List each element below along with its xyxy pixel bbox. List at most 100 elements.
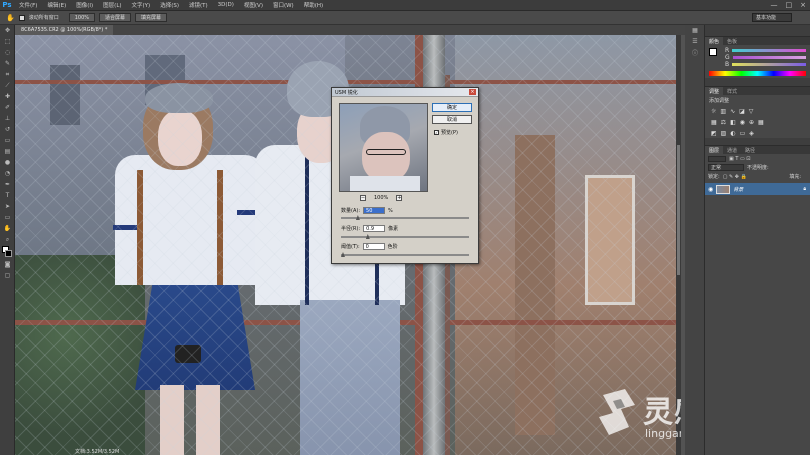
hue-icon[interactable]: ▦ — [711, 119, 717, 126]
menu-image[interactable]: 图像(I) — [71, 1, 98, 9]
menu-3d[interactable]: 3D(D) — [213, 2, 239, 8]
curves-icon[interactable]: ∿ — [730, 108, 735, 115]
quick-mask-icon[interactable]: ◙ — [0, 259, 15, 270]
color-spectrum[interactable] — [709, 71, 806, 76]
fg-color-chip[interactable] — [709, 48, 717, 56]
dialog-close-icon[interactable]: × — [469, 89, 476, 95]
shape-tool-icon[interactable]: ▭ — [0, 212, 15, 223]
dialog-preview[interactable] — [339, 103, 428, 192]
radius-slider[interactable] — [341, 234, 469, 239]
selective-color-icon[interactable]: ◈ — [749, 130, 754, 137]
threshold-slider[interactable] — [341, 252, 469, 257]
exposure-icon[interactable]: ◪ — [739, 108, 745, 115]
invert-icon[interactable]: ◩ — [711, 130, 717, 137]
menu-view[interactable]: 视图(V) — [239, 1, 268, 9]
tab-layers[interactable]: 图层 — [705, 146, 724, 154]
close-button[interactable]: × — [800, 1, 806, 9]
scroll-all-checkbox[interactable] — [18, 14, 25, 21]
crop-tool-icon[interactable]: ⌗ — [0, 69, 15, 80]
menu-filter[interactable]: 滤镜(T) — [184, 1, 213, 9]
menu-file[interactable]: 文件(F) — [14, 1, 42, 9]
color-swatches[interactable] — [0, 245, 14, 259]
pen-tool-icon[interactable]: ✒ — [0, 179, 15, 190]
menu-type[interactable]: 文字(Y) — [127, 1, 156, 9]
type-tool-icon[interactable]: T — [0, 190, 15, 201]
maximize-button[interactable]: □ — [786, 1, 793, 9]
history-panel-icon[interactable]: ▦ — [685, 25, 705, 36]
history-brush-tool-icon[interactable]: ↺ — [0, 124, 15, 135]
radius-slider-thumb[interactable] — [365, 234, 370, 239]
radius-input[interactable]: 0.9 — [363, 225, 386, 232]
menu-select[interactable]: 选择(S) — [155, 1, 184, 9]
fit-screen-button[interactable]: 适合屏幕 — [99, 13, 132, 22]
screen-mode-icon[interactable]: ▢ — [0, 270, 15, 281]
threshold-slider-thumb[interactable] — [341, 252, 345, 257]
properties-panel-icon[interactable]: ☰ — [685, 36, 705, 47]
cancel-button[interactable]: 取消 — [432, 115, 472, 124]
slider-track-g[interactable] — [732, 56, 806, 59]
menu-window[interactable]: 窗口(W) — [268, 1, 299, 9]
slider-r[interactable]: R — [721, 47, 810, 54]
blend-mode-select[interactable]: 正常 — [708, 164, 744, 171]
slider-track-b[interactable] — [732, 63, 806, 66]
amount-slider[interactable] — [341, 215, 469, 220]
gradient-map-icon[interactable]: ▭ — [740, 130, 746, 137]
lock-icons[interactable]: ▢ ✎ ✥ 🔒 — [723, 174, 747, 180]
workspace-select[interactable]: 基本功能 — [752, 13, 792, 22]
blur-tool-icon[interactable]: ● — [0, 157, 15, 168]
tab-swatches[interactable]: 色板 — [723, 38, 741, 45]
vibrance-icon[interactable]: ▽ — [749, 108, 754, 115]
gradient-tool-icon[interactable]: ▤ — [0, 146, 15, 157]
lasso-tool-icon[interactable]: ◌ — [0, 47, 15, 58]
preview-checkbox-row[interactable]: ✓ 预览(P) — [434, 129, 458, 136]
dodge-tool-icon[interactable]: ◔ — [0, 168, 15, 179]
balance-icon[interactable]: ⚖ — [721, 119, 726, 126]
slider-g[interactable]: G — [721, 54, 810, 61]
tab-styles[interactable]: 样式 — [723, 88, 741, 95]
preview-checkbox[interactable]: ✓ — [434, 130, 439, 135]
threshold-icon[interactable]: ◐ — [730, 130, 735, 137]
lookup-icon[interactable]: ▦ — [758, 119, 764, 126]
marquee-tool-icon[interactable]: ⬚ — [0, 36, 15, 47]
tab-color[interactable]: 颜色 — [705, 37, 724, 45]
menu-layer[interactable]: 图层(L) — [98, 1, 126, 9]
photo-filter-icon[interactable]: ◉ — [740, 119, 745, 126]
brightness-icon[interactable]: ☼ — [711, 108, 716, 115]
layer-name[interactable]: 背景 — [733, 186, 743, 193]
ok-button[interactable]: 确定 — [432, 103, 472, 112]
slider-track-r[interactable] — [732, 49, 806, 52]
document-tab[interactable]: 8C6A7535.CR2 @ 100%(RGB/8*) * — [15, 25, 114, 35]
dialog-titlebar[interactable]: USM 锐化 × — [332, 88, 478, 97]
threshold-input[interactable]: 0 — [362, 243, 385, 250]
menu-help[interactable]: 帮助(H) — [299, 1, 328, 9]
background-swatch[interactable] — [5, 250, 12, 257]
amount-slider-thumb[interactable] — [355, 215, 360, 220]
move-tool-icon[interactable]: ✥ — [0, 25, 15, 36]
filter-icons[interactable]: ▣ T ▭ ⊡ — [729, 156, 750, 162]
brush-tool-icon[interactable]: ✐ — [0, 102, 15, 113]
tab-paths[interactable]: 路径 — [741, 147, 759, 154]
amount-input[interactable]: 50 — [363, 207, 386, 214]
healing-tool-icon[interactable]: ✚ — [0, 91, 15, 102]
levels-icon[interactable]: ▥ — [720, 108, 726, 115]
visibility-eye-icon[interactable]: ◉ — [708, 186, 713, 193]
stamp-tool-icon[interactable]: ⊥ — [0, 113, 15, 124]
slider-b[interactable]: B — [721, 61, 810, 68]
scrollbar-thumb[interactable] — [677, 145, 680, 275]
info-panel-icon[interactable]: ⓘ — [685, 47, 705, 58]
menu-edit[interactable]: 编辑(E) — [42, 1, 71, 9]
zoom-out-button[interactable]: − — [360, 195, 366, 201]
zoom-in-button[interactable]: + — [396, 195, 403, 201]
zoom-100-button[interactable]: 100% — [68, 13, 96, 22]
hand-tool-icon[interactable]: ✋ — [0, 223, 15, 234]
eraser-tool-icon[interactable]: ▭ — [0, 135, 15, 146]
quick-select-tool-icon[interactable]: ✎ — [0, 58, 15, 69]
posterize-icon[interactable]: ▨ — [721, 130, 727, 137]
eyedropper-tool-icon[interactable]: ⟋ — [0, 80, 15, 91]
kind-filter-select[interactable] — [708, 155, 726, 162]
fill-screen-button[interactable]: 填充屏幕 — [135, 13, 168, 22]
zoom-tool-icon[interactable]: ⌕ — [0, 234, 15, 245]
layer-row-background[interactable]: ◉ 背景 🔒︎ — [705, 183, 810, 195]
minimize-button[interactable]: — — [771, 1, 778, 9]
bw-icon[interactable]: ◧ — [730, 119, 736, 126]
